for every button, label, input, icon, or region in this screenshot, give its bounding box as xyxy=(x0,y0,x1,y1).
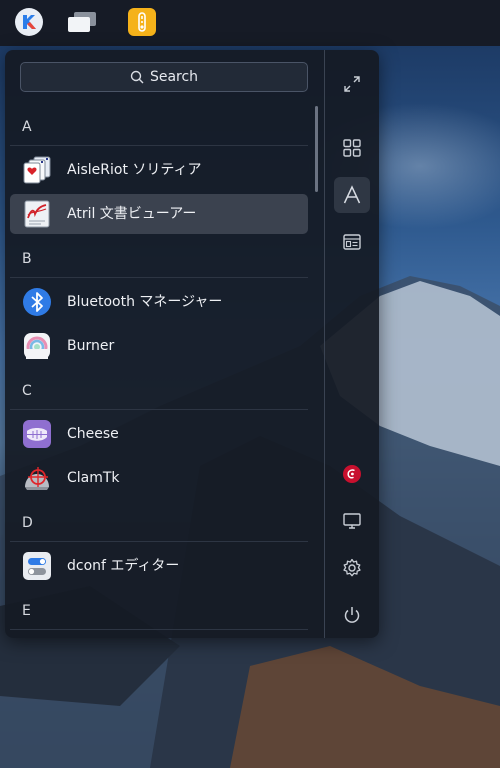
app-label: ClamTk xyxy=(67,470,120,486)
debian-icon xyxy=(343,465,361,483)
section-header-e: E xyxy=(22,603,31,619)
bluetooth-icon xyxy=(23,288,51,316)
scrollbar-thumb[interactable] xyxy=(315,106,318,192)
category-view-button[interactable] xyxy=(334,130,370,166)
category-view-icon xyxy=(343,139,361,157)
search-placeholder: Search xyxy=(149,69,199,85)
app-launcher-panel: Search A AisleRiot ソリティア Atril 文書ビューアー B… xyxy=(5,50,379,638)
alphabetical-view-icon xyxy=(343,185,361,204)
sidebar-divider xyxy=(324,50,325,638)
section-divider xyxy=(10,541,308,542)
computer-button[interactable] xyxy=(334,503,370,539)
section-header-c: C xyxy=(22,383,32,399)
section-divider xyxy=(10,629,308,630)
computer-icon xyxy=(343,513,361,529)
power-button[interactable] xyxy=(334,597,370,633)
section-divider xyxy=(10,277,308,278)
fullscreen-icon xyxy=(344,76,360,92)
section-divider xyxy=(10,409,308,410)
app-label: Burner xyxy=(67,338,115,354)
app-item-clamtk[interactable]: ClamTk xyxy=(10,458,308,498)
app-list-view-icon xyxy=(343,234,361,250)
playing-cards-icon xyxy=(23,156,51,184)
section-header-a: A xyxy=(22,119,32,135)
document-viewer-icon xyxy=(24,200,50,228)
alphabetical-view-button[interactable] xyxy=(334,177,370,213)
launcher-icon[interactable] xyxy=(15,8,43,36)
section-header-d: D xyxy=(22,515,33,531)
app-label: AisleRiot ソリティア xyxy=(67,162,202,178)
taskbar xyxy=(0,0,500,46)
app-item-dconf-editor[interactable]: dconf エディター xyxy=(10,546,308,586)
section-divider xyxy=(10,145,308,146)
app-list-view-button[interactable] xyxy=(334,224,370,260)
app-label: dconf エディター xyxy=(67,558,180,574)
settings-button[interactable] xyxy=(334,550,370,586)
search-icon xyxy=(130,70,144,84)
power-icon xyxy=(344,607,360,623)
disc-burner-icon xyxy=(24,333,50,359)
fullscreen-button[interactable] xyxy=(334,66,370,102)
dconf-editor-icon xyxy=(23,552,51,580)
clamtk-antivirus-icon xyxy=(25,467,49,490)
app-item-atril[interactable]: Atril 文書ビューアー xyxy=(10,194,308,234)
section-header-b: B xyxy=(22,251,32,267)
search-input[interactable]: Search xyxy=(20,62,308,92)
app-item-aisleriot[interactable]: AisleRiot ソリティア xyxy=(10,150,308,190)
debian-button[interactable] xyxy=(334,456,370,492)
app-item-cheese[interactable]: Cheese xyxy=(10,414,308,454)
app-item-burner[interactable]: Burner xyxy=(10,326,308,366)
cheese-webcam-icon xyxy=(23,420,51,448)
app-label: Cheese xyxy=(67,426,119,442)
multitasking-view-icon[interactable] xyxy=(66,8,96,36)
app-item-bluetooth[interactable]: Bluetooth マネージャー xyxy=(10,282,308,322)
settings-icon xyxy=(343,558,361,577)
app-label: Bluetooth マネージャー xyxy=(67,294,223,310)
file-manager-icon[interactable] xyxy=(128,8,156,36)
app-list-pane: Search A AisleRiot ソリティア Atril 文書ビューアー B… xyxy=(5,50,324,638)
app-label: Atril 文書ビューアー xyxy=(67,206,197,222)
